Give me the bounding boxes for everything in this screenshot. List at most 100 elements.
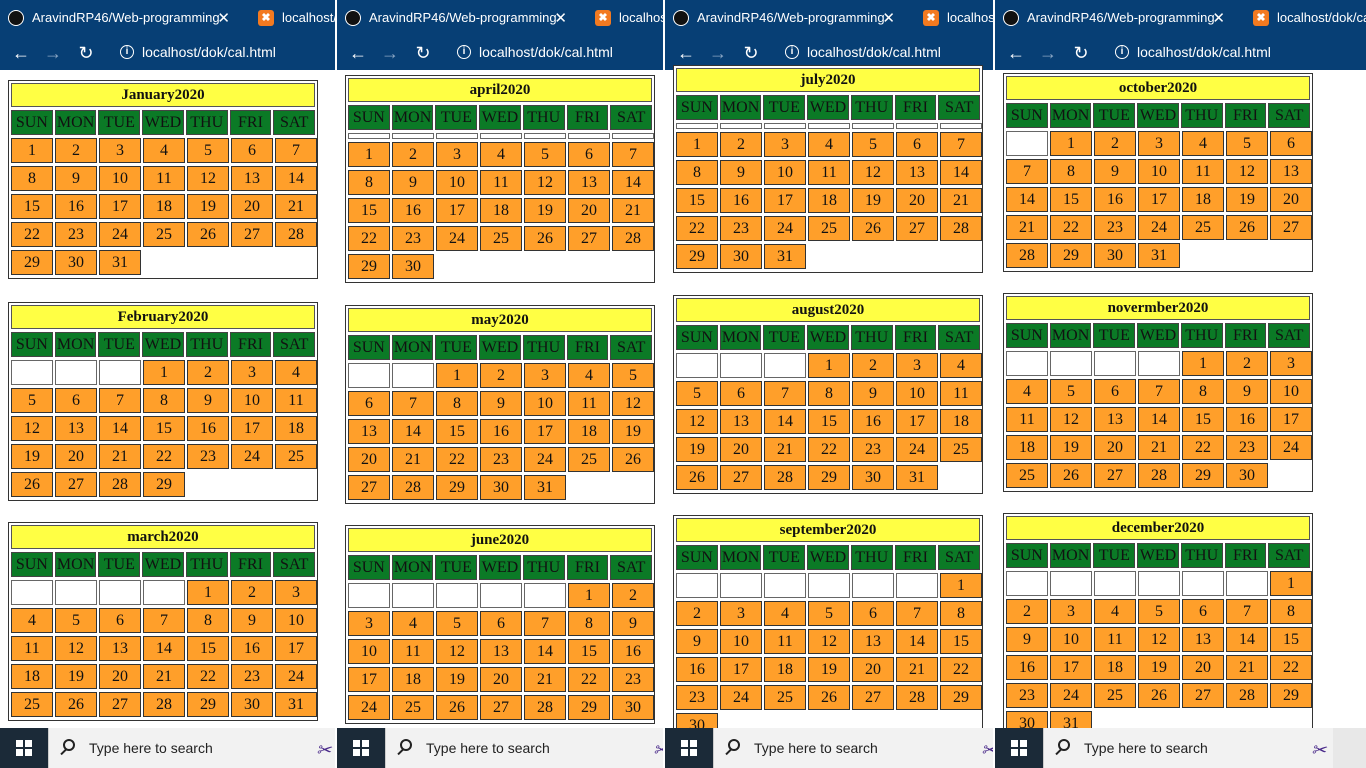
day-cell[interactable]: 24 [896,437,938,462]
day-cell[interactable]: 20 [568,198,610,223]
day-cell[interactable]: 2 [55,138,97,163]
day-cell[interactable]: 21 [1226,655,1268,680]
day-cell[interactable]: 29 [436,475,478,500]
day-cell[interactable]: 6 [568,142,610,167]
day-cell[interactable]: 11 [392,639,434,664]
day-cell[interactable]: 26 [1050,463,1092,488]
day-cell[interactable]: 23 [55,222,97,247]
day-cell[interactable]: 3 [1050,599,1092,624]
back-icon[interactable]: ← [10,42,32,64]
day-cell[interactable]: 30 [720,244,762,269]
day-cell[interactable]: 17 [720,657,762,682]
day-cell[interactable]: 20 [896,188,938,213]
day-cell[interactable]: 24 [764,216,806,241]
day-cell[interactable]: 16 [55,194,97,219]
day-cell[interactable]: 11 [940,381,982,406]
day-cell[interactable]: 7 [764,381,806,406]
day-cell[interactable]: 13 [99,636,141,661]
day-cell[interactable]: 13 [55,416,97,441]
day-cell[interactable]: 14 [1006,187,1048,212]
day-cell[interactable]: 12 [55,636,97,661]
day-cell[interactable]: 2 [480,363,522,388]
day-cell[interactable]: 19 [187,194,229,219]
day-cell[interactable]: 21 [524,667,566,692]
close-icon[interactable]: ✕ [554,9,567,27]
day-cell[interactable]: 5 [1050,379,1092,404]
day-cell[interactable]: 13 [231,166,273,191]
day-cell[interactable]: 14 [1226,627,1268,652]
day-cell[interactable]: 6 [231,138,273,163]
day-cell[interactable]: 20 [1094,435,1136,460]
day-cell[interactable]: 3 [896,353,938,378]
day-cell[interactable]: 21 [1006,215,1048,240]
day-cell[interactable]: 17 [896,409,938,434]
day-cell[interactable]: 24 [524,447,566,472]
day-cell[interactable]: 16 [187,416,229,441]
day-cell[interactable]: 8 [1270,599,1312,624]
day-cell[interactable]: 27 [99,692,141,717]
day-cell[interactable]: 1 [568,583,610,608]
day-cell[interactable]: 28 [99,472,141,497]
reload-icon[interactable]: ↻ [412,42,434,64]
day-cell[interactable]: 25 [568,447,610,472]
day-cell[interactable]: 9 [480,391,522,416]
forward-icon[interactable]: → [42,42,64,64]
start-button[interactable] [665,728,713,768]
day-cell[interactable]: 12 [676,409,718,434]
day-cell[interactable]: 8 [143,388,185,413]
day-cell[interactable]: 10 [1050,627,1092,652]
day-cell[interactable]: 18 [275,416,317,441]
day-cell[interactable]: 26 [11,472,53,497]
day-cell[interactable]: 22 [940,657,982,682]
day-cell[interactable]: 7 [99,388,141,413]
day-cell[interactable]: 23 [187,444,229,469]
day-cell[interactable]: 24 [99,222,141,247]
info-icon[interactable]: i [457,45,471,59]
day-cell[interactable]: 9 [1006,627,1048,652]
day-cell[interactable]: 4 [143,138,185,163]
day-cell[interactable]: 17 [231,416,273,441]
day-cell[interactable]: 14 [940,160,982,185]
day-cell[interactable]: 15 [436,419,478,444]
day-cell[interactable]: 27 [480,695,522,720]
day-cell[interactable]: 3 [348,611,390,636]
day-cell[interactable]: 28 [275,222,317,247]
day-cell[interactable]: 2 [1226,351,1268,376]
day-cell[interactable]: 18 [1094,655,1136,680]
day-cell[interactable]: 16 [231,636,273,661]
day-cell[interactable]: 12 [612,391,654,416]
day-cell[interactable]: 26 [55,692,97,717]
day-cell[interactable]: 22 [676,216,718,241]
tab-localhost[interactable]: ✖ localhost/dok/cal.html [248,0,335,35]
day-cell[interactable]: 18 [940,409,982,434]
day-cell[interactable]: 20 [348,447,390,472]
day-cell[interactable]: 19 [1138,655,1180,680]
day-cell[interactable]: 12 [524,170,566,195]
day-cell[interactable]: 10 [436,170,478,195]
day-cell[interactable]: 30 [480,475,522,500]
day-cell[interactable]: 3 [720,601,762,626]
day-cell[interactable]: 15 [808,409,850,434]
day-cell[interactable]: 5 [1138,599,1180,624]
day-cell[interactable]: 20 [99,664,141,689]
day-cell[interactable]: 1 [1050,131,1092,156]
tab-github[interactable]: AravindRP46/Web-programming ✕ [665,0,905,35]
day-cell[interactable]: 9 [187,388,229,413]
day-cell[interactable]: 23 [480,447,522,472]
day-cell[interactable]: 4 [940,353,982,378]
day-cell[interactable]: 21 [392,447,434,472]
day-cell[interactable]: 7 [896,601,938,626]
day-cell[interactable]: 25 [275,444,317,469]
day-cell[interactable]: 28 [143,692,185,717]
day-cell[interactable]: 6 [1182,599,1224,624]
reload-icon[interactable]: ↻ [75,42,97,64]
day-cell[interactable]: 21 [1138,435,1180,460]
day-cell[interactable]: 7 [275,138,317,163]
day-cell[interactable]: 31 [524,475,566,500]
day-cell[interactable]: 13 [1270,159,1312,184]
day-cell[interactable]: 20 [720,437,762,462]
taskbar-search-box[interactable]: Type here to search [385,728,663,768]
day-cell[interactable]: 1 [11,138,53,163]
day-cell[interactable]: 14 [612,170,654,195]
day-cell[interactable]: 8 [348,170,390,195]
